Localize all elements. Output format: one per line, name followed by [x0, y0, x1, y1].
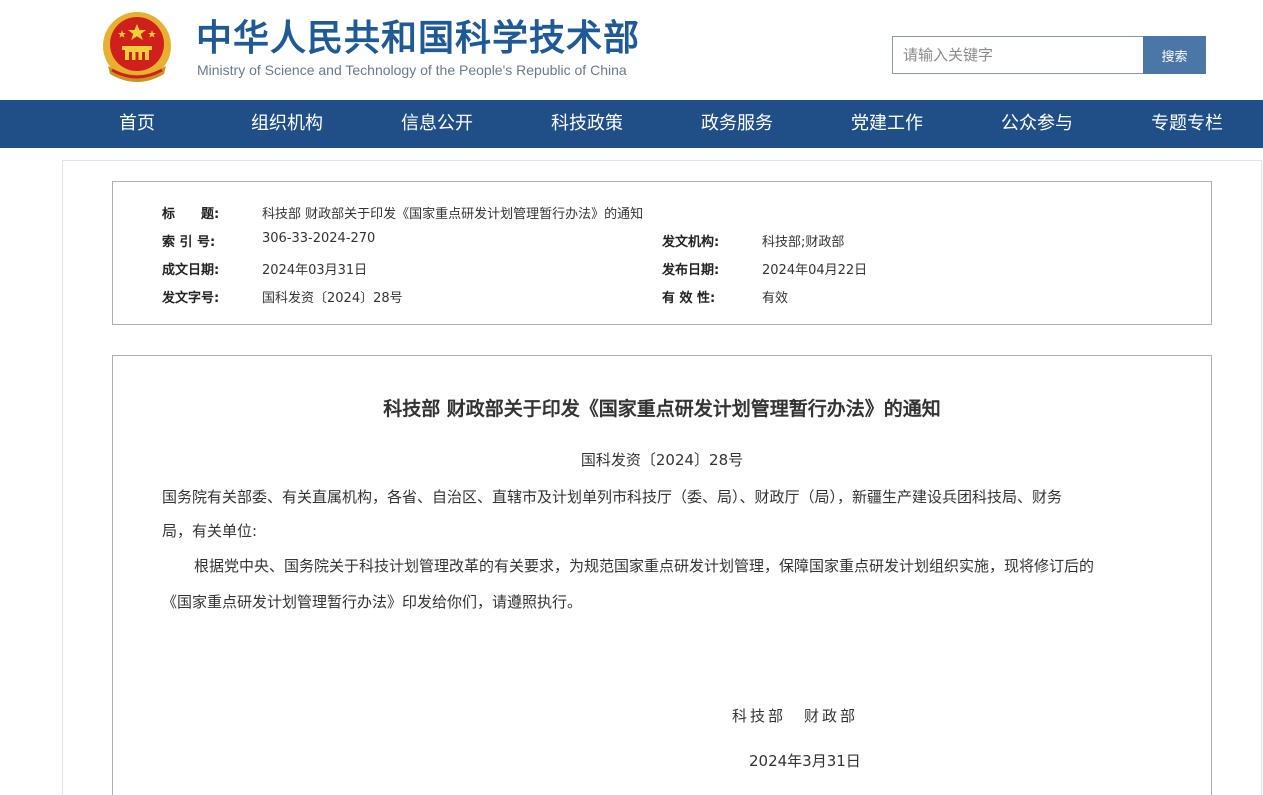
body-line-2: 《国家重点研发计划管理暂行办法》印发给你们，请遵照执行。: [162, 593, 583, 611]
search-button[interactable]: 搜索: [1143, 36, 1206, 74]
site-title[interactable]: 中华人民共和国科学技术部: [196, 16, 640, 62]
nav-item-public-participation[interactable]: 公众参与: [982, 100, 1092, 148]
meta-issuer-value: 科技部;财政部: [762, 235, 845, 250]
meta-issuer-label: 发文机构:: [662, 235, 720, 250]
meta-created-label: 成文日期:: [162, 263, 220, 278]
site-subtitle: Ministry of Science and Technology of th…: [197, 62, 627, 78]
article-title: 科技部 财政部关于印发《国家重点研发计划管理暂行办法》的通知: [383, 398, 941, 420]
main-nav: 首页 组织机构 信息公开 科技政策 政务服务 党建工作 公众参与 专题专栏: [0, 100, 1263, 148]
nav-item-organization[interactable]: 组织机构: [232, 100, 342, 148]
nav-item-party-building[interactable]: 党建工作: [832, 100, 942, 148]
meta-validity-label: 有 效 性:: [662, 291, 716, 306]
nav-item-home[interactable]: 首页: [82, 100, 192, 148]
meta-validity-value: 有效: [762, 291, 789, 306]
meta-index-label: 索 引 号:: [162, 235, 216, 250]
site-header: 中华人民共和国科学技术部 Ministry of Science and Tec…: [0, 0, 1263, 100]
national-emblem-icon[interactable]: [98, 8, 176, 90]
article-sign-date: 2024年3月31日: [749, 752, 861, 770]
nav-item-government-services[interactable]: 政务服务: [682, 100, 792, 148]
nav-item-sci-tech-policy[interactable]: 科技政策: [532, 100, 642, 148]
meta-created-value: 2024年03月31日: [262, 263, 368, 278]
article-signers: 科技部 财政部: [732, 707, 859, 725]
meta-docno-label: 发文字号:: [162, 291, 220, 306]
meta-index-value: 306-33-2024-270: [262, 231, 376, 246]
addressee-line-1: 国务院有关部委、有关直属机构，各省、自治区、直辖市及计划单列市科技厅（委、局）、…: [162, 488, 1063, 506]
meta-published-value: 2024年04月22日: [762, 263, 868, 278]
meta-title-value: 科技部 财政部关于印发《国家重点研发计划管理暂行办法》的通知: [262, 207, 644, 222]
nav-item-information-disclosure[interactable]: 信息公开: [382, 100, 492, 148]
meta-docno-value: 国科发资〔2024〕28号: [262, 291, 403, 306]
nav-item-special-topics[interactable]: 专题专栏: [1132, 100, 1242, 148]
meta-title-label: 标 题:: [162, 207, 220, 222]
meta-published-label: 发布日期:: [662, 263, 720, 278]
search-input[interactable]: [892, 36, 1143, 74]
body-line-1: 根据党中央、国务院关于科技计划管理改革的有关要求，为规范国家重点研发计划管理，保…: [194, 557, 1095, 575]
article-doc-number: 国科发资〔2024〕28号: [580, 451, 744, 469]
addressee-line-2: 局，有关单位:: [162, 522, 258, 540]
